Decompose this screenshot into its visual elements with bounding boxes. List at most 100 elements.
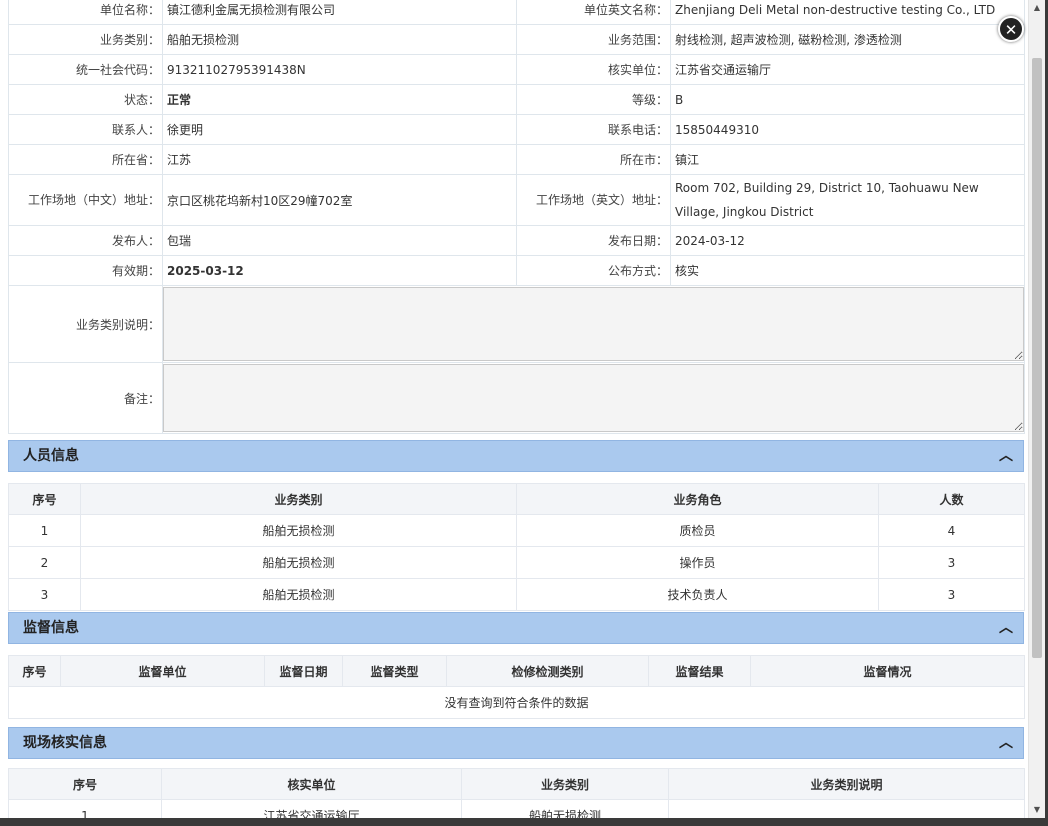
col-header[interactable]: 监督情况 [750,655,1025,687]
onsite-title: 现场核实信息 [23,735,107,751]
col-header[interactable]: 监督日期 [264,655,343,687]
table-header-row: 序号 业务类别 业务角色 人数 [8,483,1025,515]
city-value: 镇江 [670,144,1025,175]
table-cell: 船舶无损检测 [80,578,517,611]
col-header[interactable]: 核实单位 [161,768,462,800]
table-cell: 船舶无损检测 [461,799,669,818]
biz-scope-value: 射线检测, 超声波检测, 磁粉检测, 渗透检测 [670,24,1025,55]
detail-modal: 单位名称： 镇江德利金属无损检测有限公司 单位英文名称： Zhenjiang D… [0,0,1028,818]
col-header[interactable]: 监督类型 [342,655,447,687]
table-cell: 操作员 [516,546,879,579]
col-header[interactable]: 序号 [8,483,81,515]
vertical-scrollbar[interactable]: ▲ ▼ [1028,0,1045,818]
info-row: 业务类别： 船舶无损检测 业务范围： 射线检测, 超声波检测, 磁粉检测, 渗透… [8,24,1025,55]
publish-date-label: 发布日期： [516,225,671,256]
personnel-header[interactable]: 人员信息 ︿ [8,440,1024,472]
publisher-value: 包瑞 [162,225,517,256]
col-header[interactable]: 序号 [8,768,162,800]
col-header[interactable]: 业务角色 [516,483,879,515]
credit-code-value: 91321102795391438N [162,54,517,85]
scroll-down-icon[interactable]: ▼ [1029,802,1045,818]
city-label: 所在市： [516,144,671,175]
valid-label: 有效期： [8,255,163,286]
empty-row: 没有查询到符合条件的数据 [8,686,1025,719]
publish-date-value: 2024-03-12 [670,225,1025,256]
info-row: 状态： 正常 等级： B [8,84,1025,115]
col-header[interactable]: 业务类别说明 [668,768,1025,800]
table-cell: 3 [878,578,1025,611]
info-row: 所在省： 江苏 所在市： 镇江 [8,144,1025,175]
close-icon[interactable]: ✕ [998,16,1024,42]
personnel-table: 序号 业务类别 业务角色 人数 1 船舶无损检测 质检员 4 2 船舶无损检测 … [8,483,1025,611]
table-header-row: 序号 核实单位 业务类别 业务类别说明 [8,768,1025,800]
biz-scope-label: 业务范围： [516,24,671,55]
table-cell: 技术负责人 [516,578,879,611]
addr-cn-label: 工作场地（中文）地址： [8,174,163,226]
info-row: 业务类别说明： [8,285,1025,363]
info-row: 工作场地（中文）地址： 京口区桃花坞新村10区29幢702室 工作场地（英文）地… [8,174,1025,226]
scroll-up-icon[interactable]: ▲ [1029,0,1045,16]
contact-label: 联系人： [8,114,163,145]
addr-cn-value: 京口区桃花坞新村10区29幢702室 [162,174,517,226]
province-label: 所在省： [8,144,163,175]
col-header[interactable]: 监督结果 [648,655,751,687]
table-cell [668,799,1025,818]
table-cell: 3 [8,578,81,611]
personnel-title: 人员信息 [23,448,79,464]
remark-textarea[interactable] [163,364,1024,432]
verify-unit-value: 江苏省交通运输厅 [670,54,1025,85]
col-header[interactable]: 人数 [878,483,1025,515]
province-value: 江苏 [162,144,517,175]
grade-label: 等级： [516,84,671,115]
publish-mode-value: 核实 [670,255,1025,286]
status-label: 状态： [8,84,163,115]
biz-desc-cell [162,285,1025,363]
info-row: 备注： [8,362,1025,434]
basic-info-table: 单位名称： 镇江德利金属无损检测有限公司 单位英文名称： Zhenjiang D… [8,0,1025,434]
biz-type-label: 业务类别： [8,24,163,55]
phone-label: 联系电话： [516,114,671,145]
publish-mode-label: 公布方式： [516,255,671,286]
table-cell: 3 [878,546,1025,579]
biz-desc-label: 业务类别说明： [8,285,163,363]
publisher-label: 发布人： [8,225,163,256]
table-cell: 1 [8,799,162,818]
valid-value: 2025-03-12 [162,255,517,286]
col-header[interactable]: 业务类别 [80,483,517,515]
chevron-up-icon[interactable]: ︿ [999,613,1013,643]
col-header[interactable]: 业务类别 [461,768,669,800]
table-header-row: 序号 监督单位 监督日期 监督类型 检修检测类别 监督结果 监督情况 [8,655,1025,687]
onsite-table: 序号 核实单位 业务类别 业务类别说明 1 江苏省交通运输厅 船舶无损检测 [8,768,1025,818]
table-row: 1 江苏省交通运输厅 船舶无损检测 [8,799,1025,818]
supervision-table: 序号 监督单位 监督日期 监督类型 检修检测类别 监督结果 监督情况 没有查询到… [8,655,1025,719]
table-row: 1 船舶无损检测 质检员 4 [8,514,1025,547]
table-cell: 船舶无损检测 [80,514,517,547]
unit-en-label: 单位英文名称： [516,0,671,25]
table-cell: 2 [8,546,81,579]
table-cell: 船舶无损检测 [80,546,517,579]
verify-unit-label: 核实单位： [516,54,671,85]
info-row: 联系人： 徐更明 联系电话： 15850449310 [8,114,1025,145]
unit-name-label: 单位名称： [8,0,163,25]
biz-type-value: 船舶无损检测 [162,24,517,55]
info-row: 统一社会代码： 91321102795391438N 核实单位： 江苏省交通运输… [8,54,1025,85]
supervision-header[interactable]: 监督信息 ︿ [8,612,1024,644]
col-header[interactable]: 序号 [8,655,61,687]
info-row: 发布人： 包瑞 发布日期： 2024-03-12 [8,225,1025,256]
col-header[interactable]: 检修检测类别 [446,655,649,687]
phone-value: 15850449310 [670,114,1025,145]
onsite-header[interactable]: 现场核实信息 ︿ [8,727,1024,759]
verify-unit-link[interactable]: 江苏省交通运输厅 [161,799,462,818]
chevron-up-icon[interactable]: ︿ [999,728,1013,758]
info-row: 单位名称： 镇江德利金属无损检测有限公司 单位英文名称： Zhenjiang D… [8,0,1025,25]
table-cell: 1 [8,514,81,547]
addr-en-label: 工作场地（英文）地址： [516,174,671,226]
biz-desc-textarea[interactable] [163,287,1024,361]
col-header[interactable]: 监督单位 [60,655,265,687]
chevron-up-icon[interactable]: ︿ [999,441,1013,471]
unit-name-value: 镇江德利金属无损检测有限公司 [162,0,517,25]
scrollbar-thumb[interactable] [1032,58,1042,658]
unit-en-value: Zhenjiang Deli Metal non-destructive tes… [670,0,1025,25]
status-value: 正常 [162,84,517,115]
table-cell: 4 [878,514,1025,547]
